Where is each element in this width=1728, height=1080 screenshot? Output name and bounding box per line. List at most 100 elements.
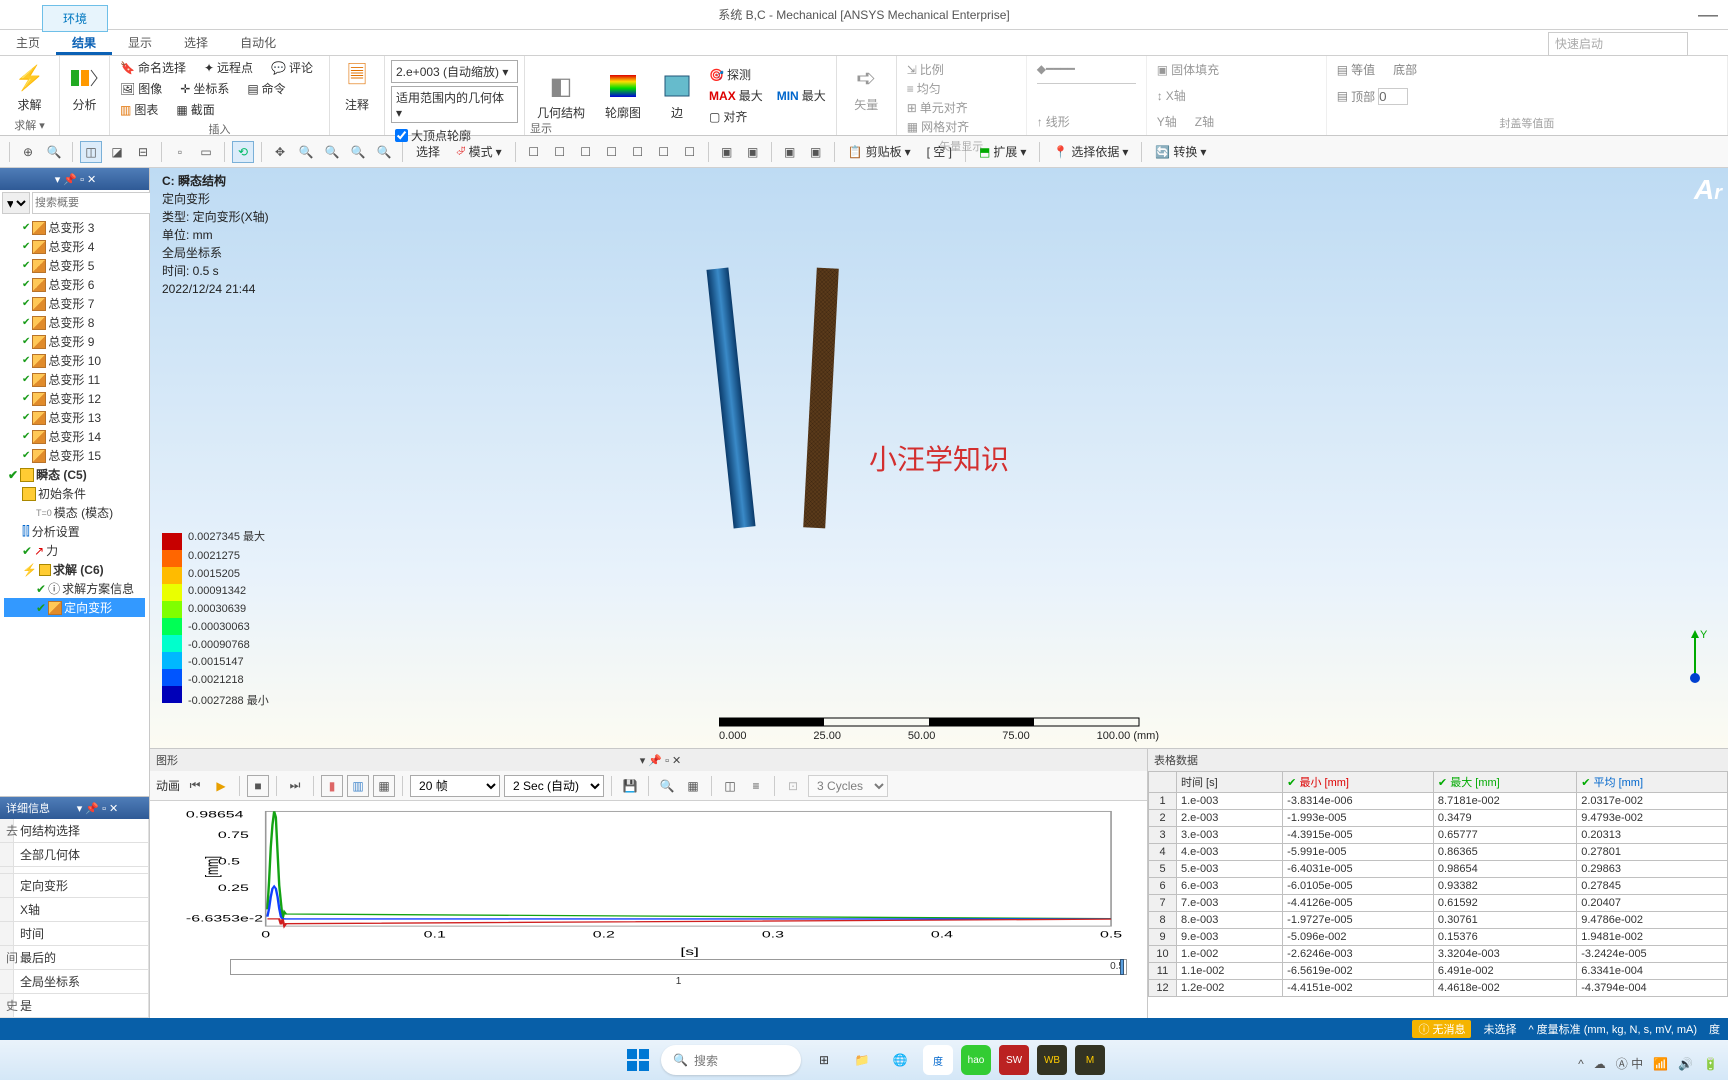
task-view-button[interactable]: ⊞ <box>809 1045 839 1075</box>
tree-item[interactable]: ✔ 瞬态 (C5) <box>4 465 145 484</box>
tree-item[interactable]: ✔ 总变形 4 <box>4 237 145 256</box>
uniform-button[interactable]: ≡均匀 <box>903 79 1020 98</box>
status-no-message[interactable]: ⓘ无消息 <box>1412 1020 1471 1038</box>
anim-first-icon[interactable]: ⏮ <box>184 775 206 797</box>
sel-2-icon[interactable]: ☐ <box>549 141 571 163</box>
anim-last-icon[interactable]: ⏭ <box>284 775 306 797</box>
mode-edge-icon[interactable]: ▭ <box>195 141 217 163</box>
tab-select[interactable]: 选择 <box>168 30 224 55</box>
tree-item[interactable]: ✔ 总变形 3 <box>4 218 145 237</box>
zoom-in-icon[interactable]: 🔍 <box>295 141 317 163</box>
sel-1-icon[interactable]: ☐ <box>523 141 545 163</box>
tree-item[interactable]: ✔ 总变形 6 <box>4 275 145 294</box>
commands-button[interactable]: ▤命令 <box>243 79 289 98</box>
image-button[interactable]: 🖼图像 <box>116 79 166 98</box>
duration-select[interactable]: 2 Sec (自动) <box>504 775 604 797</box>
system-tray[interactable]: ^ ☁ Ⓐ 中 📶 🔊 🔋 <box>1578 1055 1718 1072</box>
tree-item[interactable]: ✔ 总变形 12 <box>4 389 145 408</box>
anim-save-icon[interactable]: 💾 <box>619 775 641 797</box>
zaxis-button[interactable]: Z轴 <box>1191 112 1218 131</box>
tree-item[interactable]: ✔ 总变形 10 <box>4 351 145 370</box>
pan-icon[interactable]: ✥ <box>269 141 291 163</box>
pin-icon[interactable]: ▾ 📌 ▫ ✕ <box>55 173 97 186</box>
quick-launch-input[interactable]: 快速启动 <box>1548 32 1688 56</box>
select-by-dropdown[interactable]: 📍选择依据 ▾ <box>1047 141 1134 162</box>
anim-mode3-icon[interactable]: ▦ <box>373 775 395 797</box>
zoom-out-icon[interactable]: 🔍 <box>321 141 343 163</box>
app-hao-icon[interactable]: hao <box>961 1045 991 1075</box>
coordinate-sys-button[interactable]: ✛坐标系 <box>176 79 233 98</box>
tree-item[interactable]: ✔↗ 力 <box>4 541 145 560</box>
display-wire-icon[interactable]: ⊟ <box>132 141 154 163</box>
tab-results[interactable]: 结果 <box>56 30 112 55</box>
zoom-combo[interactable]: 2.e+003 (自动缩放) ▾ <box>391 60 518 83</box>
app-baidu-icon[interactable]: 度 <box>923 1045 953 1075</box>
tree-item[interactable]: ✔ 总变形 14 <box>4 427 145 446</box>
tray-cloud-icon[interactable]: ☁ <box>1594 1057 1606 1071</box>
tree-item[interactable]: ✔ 总变形 15 <box>4 446 145 465</box>
graph-opt3-icon[interactable]: ⊡ <box>782 775 804 797</box>
graphics-viewport[interactable]: C: 瞬态结构 定向变形 类型: 定向变形(X轴) 单位: mm 全局坐标系 时… <box>150 168 1728 748</box>
tree-item[interactable]: ✔ 定向变形 <box>4 598 145 617</box>
app-mechanical-icon[interactable]: M <box>1075 1045 1105 1075</box>
app-wb-icon[interactable]: WB <box>1037 1045 1067 1075</box>
frames-select[interactable]: 20 帧 <box>410 775 500 797</box>
probe-button[interactable]: 🎯探测 <box>705 65 767 84</box>
context-tab-env[interactable]: 环境 <box>42 5 108 32</box>
annotation-button[interactable]: 🗏 注释 <box>336 60 378 115</box>
solve-button[interactable]: ⚡ 求解 <box>6 60 53 115</box>
anim-stop-icon[interactable]: ■ <box>247 775 269 797</box>
xaxis-button[interactable]: ↕X轴 <box>1153 86 1320 105</box>
tree-item[interactable]: ✔ 总变形 5 <box>4 256 145 275</box>
graph-color-icon[interactable]: ▦ <box>682 775 704 797</box>
tab-automation[interactable]: 自动化 <box>224 30 292 55</box>
taskbar-search[interactable]: 🔍搜索 <box>661 1045 801 1075</box>
tree-filter-dropdown[interactable]: ▾ <box>2 192 30 214</box>
anim-mode1-icon[interactable]: ▮ <box>321 775 343 797</box>
time-slider[interactable]: 0.5 1 <box>230 959 1127 975</box>
edge-button[interactable]: 边 <box>655 68 699 123</box>
sel-3-icon[interactable]: ☐ <box>575 141 597 163</box>
zoom-box-icon[interactable]: 🔍 <box>347 141 369 163</box>
analysis-button[interactable]: 分析 <box>66 60 103 115</box>
tree-item[interactable]: ✔ 总变形 11 <box>4 370 145 389</box>
bottom-button[interactable]: 底部 <box>1389 60 1421 79</box>
section-button[interactable]: ▦截面 <box>172 100 218 119</box>
anim-mode2-icon[interactable]: ▥ <box>347 775 369 797</box>
app-sw-icon[interactable]: SW <box>999 1045 1029 1075</box>
anim-play-icon[interactable]: ▶ <box>210 775 232 797</box>
proportion-button[interactable]: ⇲比例 <box>903 60 1020 79</box>
contour-value-button[interactable]: ▤等值 <box>1333 60 1379 79</box>
sel-5-icon[interactable]: ☐ <box>627 141 649 163</box>
line-style-button[interactable]: ↑线形 <box>1033 112 1140 131</box>
rotate-icon[interactable]: ⟲ <box>232 141 254 163</box>
tab-home[interactable]: 主页 <box>0 30 56 55</box>
yaxis-button[interactable]: Y轴 <box>1153 112 1181 131</box>
explorer-icon[interactable]: 📁 <box>847 1045 877 1075</box>
convert-dropdown[interactable]: 🔄转换 ▾ <box>1149 141 1212 162</box>
tree-item[interactable]: 初始条件 <box>4 484 145 503</box>
remote-point-button[interactable]: ✦远程点 <box>200 58 257 77</box>
named-selection-button[interactable]: 🔖命名选择 <box>116 58 190 77</box>
sel-6-icon[interactable]: ☐ <box>653 141 675 163</box>
solid-fill-button[interactable]: ▣固体填充 <box>1153 60 1320 79</box>
outline-tree[interactable]: ✔ 总变形 3✔ 总变形 4✔ 总变形 5✔ 总变形 6✔ 总变形 7✔ 总变形… <box>0 216 149 796</box>
graph-canvas[interactable]: 0.98654 -6.6353e-2 [mm] 0.750.50.25 00.1… <box>150 801 1147 1018</box>
sel-b-icon[interactable]: ▣ <box>742 141 764 163</box>
align-button[interactable]: ▢对齐 <box>705 107 767 126</box>
zoom-icon[interactable]: 🔍 <box>43 141 65 163</box>
sel-7-icon[interactable]: ☐ <box>679 141 701 163</box>
cycles-select[interactable]: 3 Cycles <box>808 775 888 797</box>
start-button[interactable] <box>623 1045 653 1075</box>
tab-display[interactable]: 显示 <box>112 30 168 55</box>
tree-item[interactable]: T=0 模态 (模态) <box>4 503 145 522</box>
contour-button[interactable]: 轮廓图 <box>599 68 647 123</box>
zoom-reset-icon[interactable]: 🔍 <box>373 141 395 163</box>
elem-align-button[interactable]: ⊞单元对齐 <box>903 98 1020 117</box>
details-pane-controls[interactable]: ▾ 📌 ▫ ✕ <box>77 802 119 815</box>
tree-item[interactable]: ✔ 总变形 13 <box>4 408 145 427</box>
tree-item[interactable]: ⫿⫿ 分析设置 <box>4 522 145 541</box>
sel-d-icon[interactable]: ▣ <box>805 141 827 163</box>
display-cube-icon[interactable]: ◫ <box>80 141 102 163</box>
sel-4-icon[interactable]: ☐ <box>601 141 623 163</box>
